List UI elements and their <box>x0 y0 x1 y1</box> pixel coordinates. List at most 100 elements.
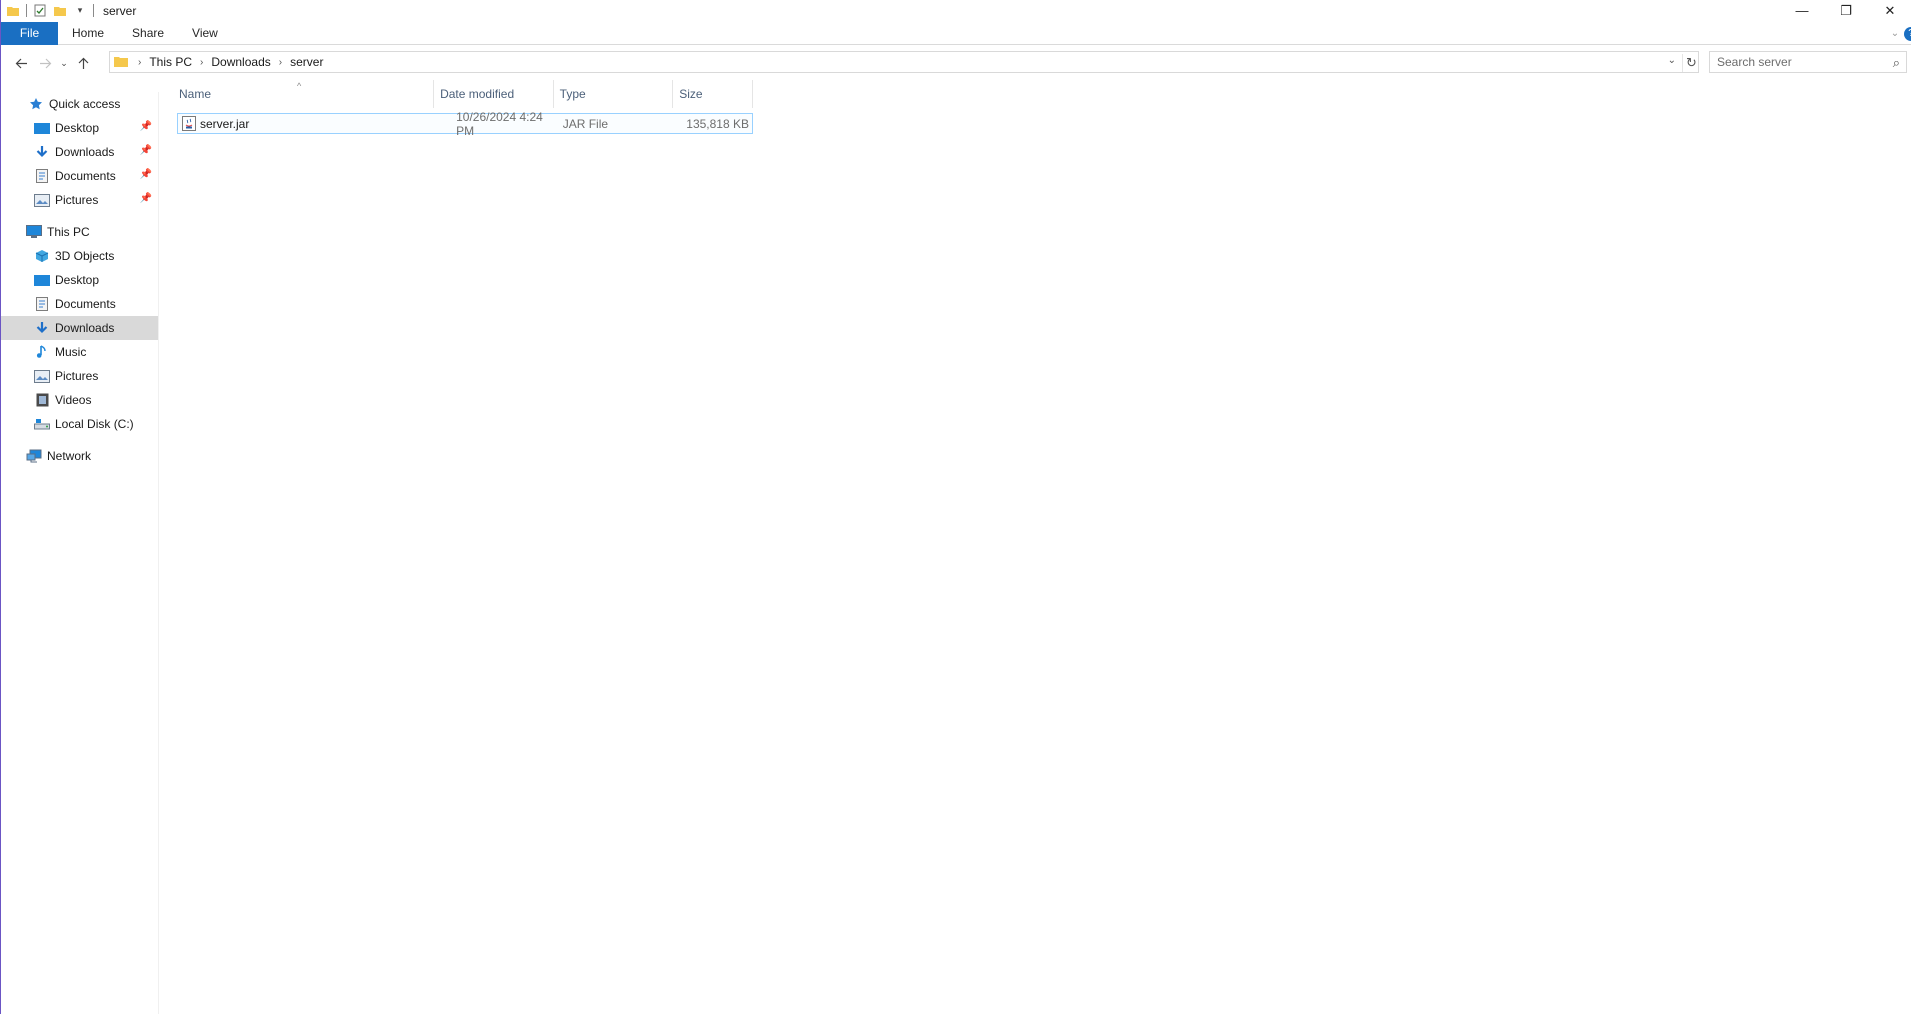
breadcrumb-downloads[interactable]: Downloads <box>211 55 270 69</box>
sidebar-item-pictures[interactable]: Pictures <box>1 364 158 388</box>
sidebar-item-quick-pictures[interactable]: Pictures 📌 <box>1 188 158 212</box>
network-icon <box>25 448 43 464</box>
sort-ascending-icon: ^ <box>297 81 302 91</box>
sidebar-item-label: Downloads <box>55 321 115 335</box>
sidebar-item-network[interactable]: Network <box>1 444 158 468</box>
window-title: server <box>103 3 137 18</box>
navigation-bar: ⌄ › This PC › Downloads › server ⌄ ↻ ⌕ <box>1 48 1911 78</box>
sidebar-item-label: Documents <box>55 297 116 311</box>
pin-icon[interactable]: 📌 <box>140 193 152 204</box>
pin-icon[interactable]: 📌 <box>140 121 152 132</box>
properties-icon[interactable] <box>33 4 47 18</box>
column-header-name[interactable]: Name <box>173 80 435 108</box>
sidebar-item-3d-objects[interactable]: 3D Objects <box>1 244 158 268</box>
file-name: server.jar <box>200 116 250 131</box>
search-icon[interactable]: ⌕ <box>1893 55 1900 71</box>
pin-icon[interactable]: 📌 <box>140 145 152 156</box>
tab-share[interactable]: Share <box>118 22 178 45</box>
back-arrow-icon <box>15 58 27 68</box>
sidebar-item-quick-documents[interactable]: Documents 📌 <box>1 164 158 188</box>
videos-icon <box>33 392 51 408</box>
column-headers: ^ Name Date modified Type Size <box>173 80 753 108</box>
sidebar-item-label: Pictures <box>55 369 99 383</box>
breadcrumb-separator-icon[interactable]: › <box>200 57 203 68</box>
music-icon <box>33 344 51 360</box>
column-header-date-modified[interactable]: Date modified <box>434 80 554 108</box>
star-icon <box>27 96 45 112</box>
sidebar-item-downloads[interactable]: Downloads <box>1 316 158 340</box>
expand-ribbon-chevron-icon[interactable]: ⌄ <box>1886 28 1904 39</box>
tab-home[interactable]: Home <box>58 22 118 45</box>
title-bar: ▾ server — ❐ ✕ <box>1 0 1911 21</box>
restore-button[interactable]: ❐ <box>1824 0 1868 21</box>
sidebar-item-label: Quick access <box>49 97 121 111</box>
sidebar-item-this-pc[interactable]: This PC <box>1 220 158 244</box>
breadcrumb-this-pc[interactable]: This PC <box>149 55 192 69</box>
file-explorer-window: ▾ server — ❐ ✕ File Home Share View ⌄ ? … <box>0 0 1911 1014</box>
sidebar-item-label: This PC <box>47 225 90 239</box>
documents-icon <box>33 168 51 184</box>
recent-locations-button[interactable]: ⌄ <box>57 51 71 75</box>
sidebar-item-label: Videos <box>55 393 92 407</box>
sidebar-item-quick-access[interactable]: Quick access <box>1 92 158 116</box>
breadcrumb-separator-icon[interactable]: › <box>138 57 141 68</box>
window-controls: — ❐ ✕ <box>1780 0 1911 21</box>
downloads-icon <box>33 320 51 336</box>
downloads-icon <box>33 144 51 160</box>
help-icon[interactable]: ? <box>1904 26 1911 41</box>
close-button[interactable]: ✕ <box>1868 0 1911 21</box>
desktop-icon <box>33 272 51 288</box>
sidebar-item-music[interactable]: Music <box>1 340 158 364</box>
folder-icon <box>114 55 130 69</box>
ribbon-right-controls: ⌄ ? <box>1886 22 1911 45</box>
file-type: JAR File <box>562 116 609 131</box>
pin-icon[interactable]: 📌 <box>140 169 152 180</box>
new-folder-icon[interactable] <box>53 4 67 18</box>
pictures-icon <box>33 368 51 384</box>
quick-access-toolbar: ▾ <box>1 0 97 21</box>
file-row[interactable]: server.jar 10/26/2024 4:24 PM JAR File 1… <box>177 109 753 138</box>
up-button[interactable] <box>71 51 95 75</box>
minimize-button[interactable]: — <box>1780 0 1824 21</box>
ribbon-tabs: File Home Share View ⌄ ? <box>1 21 1911 45</box>
sidebar-item-label: Music <box>55 345 87 359</box>
desktop-icon <box>33 120 51 136</box>
address-bar[interactable]: › This PC › Downloads › server ⌄ ↻ <box>109 51 1699 73</box>
sidebar-item-videos[interactable]: Videos <box>1 388 158 412</box>
address-dropdown-icon[interactable]: ⌄ <box>1668 55 1676 66</box>
toolbar-separator <box>26 4 27 17</box>
back-button[interactable] <box>9 51 33 75</box>
sidebar-item-quick-desktop[interactable]: Desktop 📌 <box>1 116 158 140</box>
sidebar-item-label: Downloads <box>55 145 115 159</box>
refresh-icon[interactable]: ↻ <box>1682 54 1700 72</box>
sidebar-item-label: Network <box>47 449 92 463</box>
sidebar-item-label: Pictures <box>55 193 99 207</box>
file-date-modified: 10/26/2024 4:24 PM <box>456 109 543 138</box>
search-box[interactable]: ⌕ <box>1709 51 1907 73</box>
sidebar-item-label: Documents <box>55 169 116 183</box>
forward-button[interactable] <box>33 51 57 75</box>
local-disk-icon <box>33 416 51 432</box>
up-arrow-icon <box>78 57 88 69</box>
sidebar-item-quick-downloads[interactable]: Downloads 📌 <box>1 140 158 164</box>
sidebar-item-desktop[interactable]: Desktop <box>1 268 158 292</box>
sidebar-item-local-disk[interactable]: Local Disk (C:) <box>1 412 158 436</box>
sidebar-item-label: Local Disk (C:) <box>55 417 134 431</box>
documents-icon <box>33 296 51 312</box>
tab-view[interactable]: View <box>178 22 232 45</box>
search-input[interactable] <box>1710 55 1880 69</box>
breadcrumb-separator-icon[interactable]: › <box>279 57 282 68</box>
sidebar-item-documents[interactable]: Documents <box>1 292 158 316</box>
forward-arrow-icon <box>39 58 51 68</box>
column-header-size[interactable]: Size <box>673 80 753 108</box>
pictures-icon <box>33 192 51 208</box>
file-name-cell: server.jar <box>178 114 441 133</box>
this-pc-icon <box>25 224 43 240</box>
column-header-type[interactable]: Type <box>554 80 674 108</box>
customize-toolbar-dropdown-icon[interactable]: ▾ <box>73 4 87 18</box>
3d-objects-icon <box>33 248 51 264</box>
file-size: 135,818 KB <box>686 116 749 131</box>
breadcrumb-server[interactable]: server <box>290 55 323 69</box>
tab-file[interactable]: File <box>1 21 58 45</box>
sidebar-item-label: Desktop <box>55 121 100 135</box>
